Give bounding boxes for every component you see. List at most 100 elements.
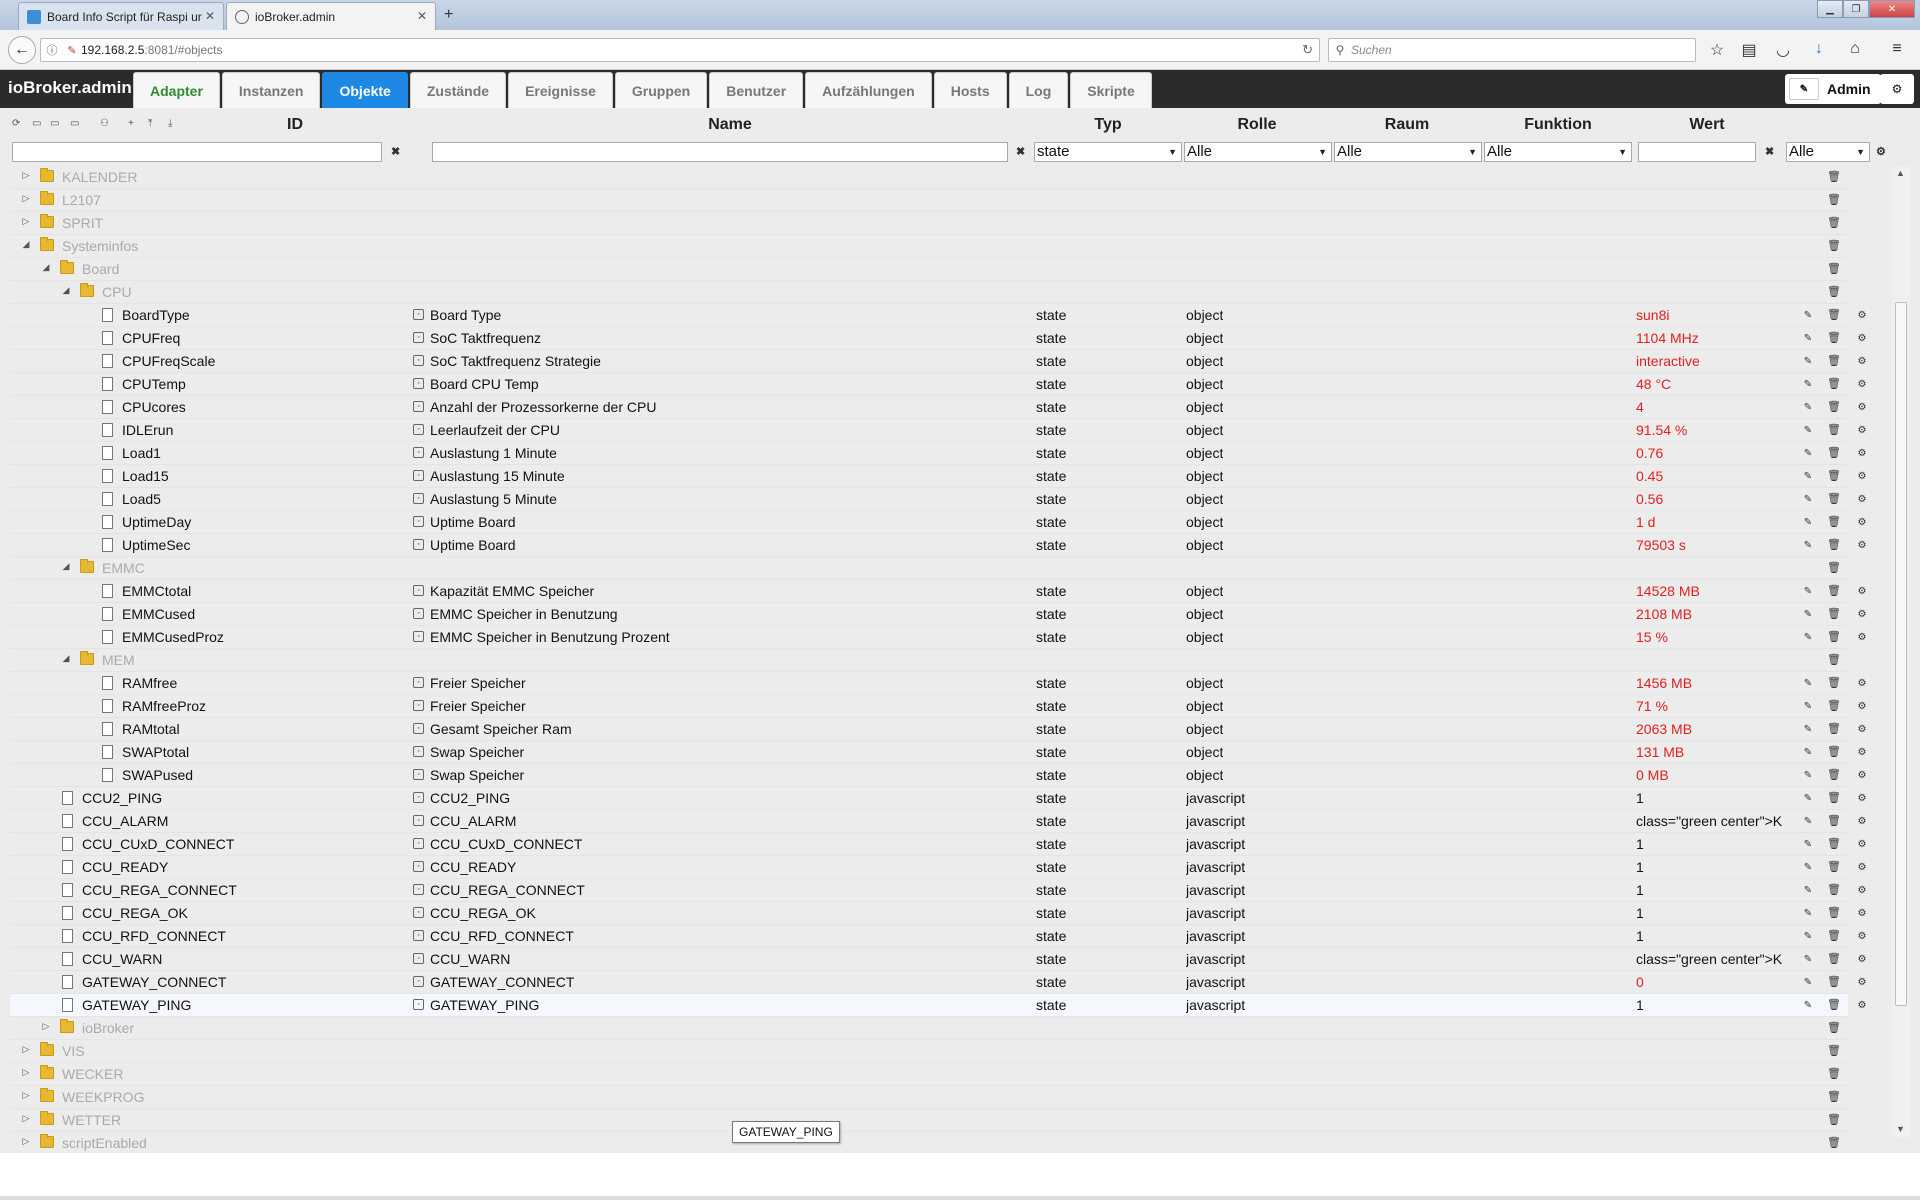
delete-icon[interactable]: 🗑 bbox=[1824, 998, 1844, 1014]
expand-arrow-icon[interactable]: ▷ bbox=[20, 193, 32, 204]
edit-icon[interactable]: ✎ bbox=[1798, 791, 1818, 807]
edit-icon[interactable]: ✎ bbox=[1798, 952, 1818, 968]
settings-icon[interactable]: ⚙ bbox=[1852, 998, 1872, 1014]
expand-arrow-icon[interactable]: ▷ bbox=[20, 1136, 32, 1147]
delete-icon[interactable]: 🗑 bbox=[1824, 768, 1844, 784]
delete-icon[interactable]: 🗑 bbox=[1824, 653, 1844, 669]
table-row[interactable]: UptimeDay ◦ Uptime Board state object 1 d ✎ 🗑 ⚙ bbox=[10, 511, 1866, 534]
value-filter-input[interactable] bbox=[1638, 142, 1756, 162]
delete-icon[interactable]: 🗑 bbox=[1824, 492, 1844, 508]
settings-icon[interactable]: ⚙ bbox=[1852, 630, 1872, 646]
edit-icon[interactable]: ✎ bbox=[1798, 400, 1818, 416]
delete-icon[interactable]: 🗑 bbox=[1824, 1044, 1844, 1060]
tab-benutzer[interactable]: Benutzer bbox=[709, 72, 804, 108]
delete-icon[interactable]: 🗑 bbox=[1824, 929, 1844, 945]
settings-icon[interactable]: ⚙ bbox=[1852, 331, 1872, 347]
edit-icon[interactable]: ✎ bbox=[1798, 975, 1818, 991]
collapse-arrow-icon[interactable]: ◢ bbox=[60, 561, 72, 572]
object-value[interactable]: 4 bbox=[1636, 399, 1796, 415]
settings-icon[interactable]: ⚙ bbox=[1852, 975, 1872, 991]
delete-icon[interactable]: 🗑 bbox=[1824, 561, 1844, 577]
collapse-arrow-icon[interactable]: ◢ bbox=[40, 262, 52, 273]
settings-icon[interactable]: ⚙ bbox=[1852, 446, 1872, 462]
expand-arrow-icon[interactable]: ▷ bbox=[40, 1021, 52, 1032]
delete-icon[interactable]: 🗑 bbox=[1824, 1021, 1844, 1037]
object-value[interactable]: sun8i bbox=[1636, 307, 1796, 323]
settings-icon[interactable]: ⚙ bbox=[1852, 377, 1872, 393]
settings-icon[interactable]: ⚙ bbox=[1852, 469, 1872, 485]
table-row[interactable]: RAMfreeProz ◦ Freier Speicher state object 71… bbox=[10, 695, 1866, 718]
delete-icon[interactable]: 🗑 bbox=[1824, 791, 1844, 807]
expand-arrow-icon[interactable]: ▷ bbox=[20, 1090, 32, 1101]
tab-ereignisse[interactable]: Ereignisse bbox=[508, 72, 613, 108]
edit-icon[interactable]: ✎ bbox=[1798, 929, 1818, 945]
folder-row[interactable]: ▷ VIS 🗑 bbox=[10, 1040, 1848, 1063]
edit-icon[interactable]: ✎ bbox=[1798, 745, 1818, 761]
object-value[interactable]: interactive bbox=[1636, 353, 1796, 369]
edit-icon[interactable]: ✎ bbox=[1798, 676, 1818, 692]
table-row[interactable]: CPUcores ◦ Anzahl der Prozessorkerne der C… bbox=[10, 396, 1866, 419]
table-row[interactable]: Load1 ◦ Auslastung 1 Minute state object 0.76… bbox=[10, 442, 1866, 465]
folder-open-icon[interactable]: ▭ bbox=[70, 118, 79, 129]
edit-icon[interactable]: ✎ bbox=[1798, 492, 1818, 508]
edit-icon[interactable]: ✎ bbox=[1798, 860, 1818, 876]
back-button[interactable]: ← bbox=[8, 36, 36, 64]
edit-icon[interactable]: ✎ bbox=[1798, 699, 1818, 715]
edit-icon[interactable]: ✎ bbox=[1798, 377, 1818, 393]
delete-icon[interactable]: 🗑 bbox=[1824, 331, 1844, 347]
delete-icon[interactable]: 🗑 bbox=[1824, 1136, 1844, 1152]
folder-icon[interactable]: ▭ bbox=[50, 118, 59, 129]
object-value[interactable]: class="green center">K bbox=[1636, 813, 1796, 829]
vertical-scrollbar[interactable]: ▲ ▼ bbox=[1892, 166, 1910, 1138]
tab-skripte[interactable]: Skripte bbox=[1070, 72, 1152, 108]
browser-tab-board-info[interactable]: Board Info Script für Raspi ur ✕ bbox=[18, 2, 224, 30]
folder-row[interactable]: ◢ MEM 🗑 bbox=[10, 649, 1848, 672]
delete-icon[interactable]: 🗑 bbox=[1824, 446, 1844, 462]
table-row[interactable]: Load5 ◦ Auslastung 5 Minute state object 0.56… bbox=[10, 488, 1866, 511]
tab-log[interactable]: Log bbox=[1008, 72, 1069, 108]
table-row[interactable]: SWAPtotal ◦ Swap Speicher state object 131 MB… bbox=[10, 741, 1866, 764]
delete-icon[interactable]: 🗑 bbox=[1824, 584, 1844, 600]
edit-icon[interactable]: ✎ bbox=[1798, 998, 1818, 1014]
function-filter-select[interactable]: Alle ▼ bbox=[1484, 142, 1632, 162]
scrollbar-thumb[interactable] bbox=[1895, 302, 1907, 1006]
close-window-button[interactable]: ✕ bbox=[1869, 0, 1915, 18]
delete-icon[interactable]: 🗑 bbox=[1824, 814, 1844, 830]
table-row[interactable]: CCU_CUxD_CONNECT ◦ CCU_CUxD_CONNECT state ja… bbox=[10, 833, 1866, 856]
delete-icon[interactable]: 🗑 bbox=[1824, 952, 1844, 968]
delete-icon[interactable]: 🗑 bbox=[1824, 515, 1844, 531]
add-icon[interactable]: + bbox=[128, 118, 134, 129]
refresh-icon[interactable]: ⟳ bbox=[12, 118, 20, 129]
settings-icon[interactable]: ⚙ bbox=[1852, 791, 1872, 807]
object-value[interactable]: 0.56 bbox=[1636, 491, 1796, 507]
delete-icon[interactable]: 🗑 bbox=[1824, 239, 1844, 255]
delete-icon[interactable]: 🗑 bbox=[1824, 377, 1844, 393]
maximize-button[interactable]: ❐ bbox=[1843, 0, 1869, 18]
edit-icon[interactable]: ✎ bbox=[1798, 722, 1818, 738]
edit-icon[interactable]: ✎ bbox=[1798, 469, 1818, 485]
object-value[interactable]: 0.45 bbox=[1636, 468, 1796, 484]
delete-icon[interactable]: 🗑 bbox=[1824, 262, 1844, 278]
folder-row[interactable]: ▷ scriptEnabled 🗑 bbox=[10, 1132, 1848, 1155]
settings-icon[interactable]: ⚙ bbox=[1852, 906, 1872, 922]
pocket-icon[interactable]: ◡ bbox=[1772, 40, 1794, 60]
new-tab-button[interactable]: + bbox=[444, 6, 453, 24]
expand-arrow-icon[interactable]: ▷ bbox=[20, 170, 32, 181]
object-value[interactable]: 131 MB bbox=[1636, 744, 1796, 760]
delete-icon[interactable]: 🗑 bbox=[1824, 216, 1844, 232]
downloads-icon[interactable]: ↓ bbox=[1808, 40, 1830, 58]
home-icon[interactable]: ⌂ bbox=[1844, 40, 1866, 58]
reading-list-icon[interactable]: ▤ bbox=[1738, 40, 1760, 60]
delete-icon[interactable]: 🗑 bbox=[1824, 699, 1844, 715]
edit-icon[interactable]: ✎ bbox=[1798, 538, 1818, 554]
table-row[interactable]: Load15 ◦ Auslastung 15 Minute state object 0.… bbox=[10, 465, 1866, 488]
table-row[interactable]: CCU_RFD_CONNECT ◦ CCU_RFD_CONNECT state java… bbox=[10, 925, 1866, 948]
edit-icon[interactable]: ✎ bbox=[1798, 308, 1818, 324]
edit-icon[interactable]: ✎ bbox=[1798, 331, 1818, 347]
collapse-arrow-icon[interactable]: ◢ bbox=[60, 653, 72, 664]
clear-value-filter-icon[interactable]: ✖ bbox=[1765, 145, 1774, 158]
clear-id-filter-icon[interactable]: ✖ bbox=[391, 145, 400, 158]
object-value[interactable]: 1 bbox=[1636, 836, 1796, 852]
table-row[interactable]: EMMCtotal ◦ Kapazität EMMC Speicher state ob… bbox=[10, 580, 1866, 603]
object-value[interactable]: 2063 MB bbox=[1636, 721, 1796, 737]
